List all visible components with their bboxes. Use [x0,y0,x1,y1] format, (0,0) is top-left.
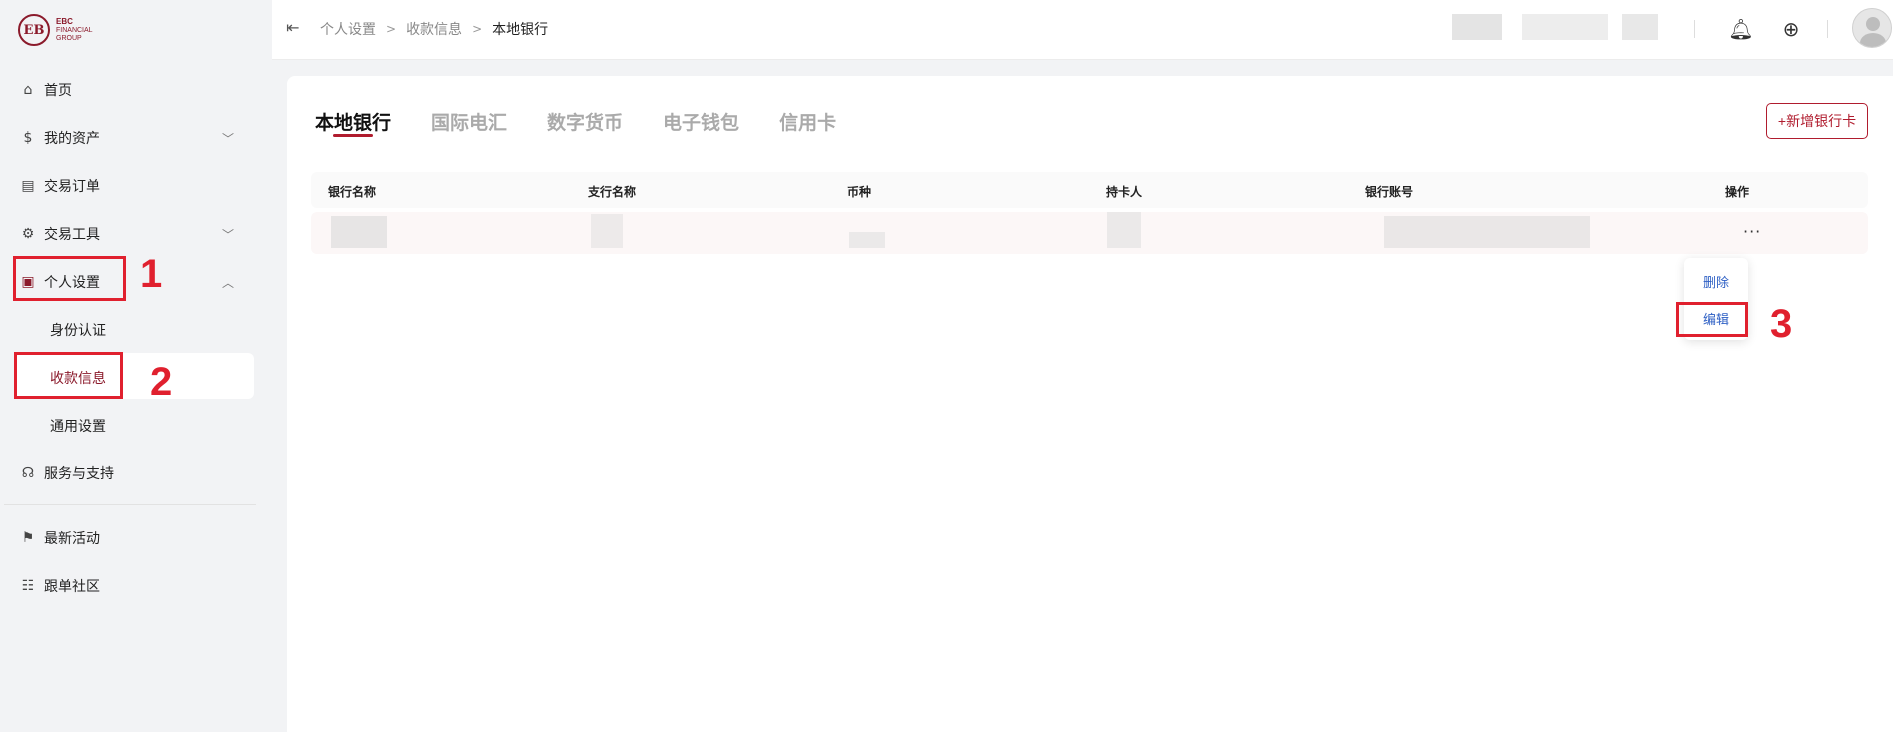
sidebar-item-home[interactable]: ⌂ 首页 [18,70,254,110]
column-header: 操作 [1725,185,1750,199]
chevron-down-icon: ﹀ [221,228,234,242]
breadcrumb-current: 本地银行 [492,22,549,38]
redacted-branch-name [591,214,623,248]
redacted-cardholder [1107,212,1141,248]
redacted-account-number [1384,216,1590,248]
column-header: 持卡人 [1106,185,1143,199]
avatar[interactable] [1852,8,1892,48]
sidebar-item-label: 服务与支持 [44,466,114,482]
sidebar-item-label: 首页 [44,83,72,99]
payment-tabs: 本地银行 国际电汇 数字货币 电子钱包 信用卡 [315,108,836,135]
breadcrumb: 个人设置 > 收款信息 > 本地银行 [320,19,548,39]
step-number: 3 [1770,302,1793,346]
headset-icon: ☊ [21,465,35,481]
sidebar-item-assets[interactable]: $ 我的资产 ﹀ [18,118,254,158]
sidebar-item-label: 最新活动 [44,531,100,547]
column-header: 支行名称 [588,185,637,199]
sidebar-item-label: 跟单社区 [44,579,100,595]
tab-credit-card[interactable]: 信用卡 [779,108,836,135]
sidebar-item-community[interactable]: ☷ 跟单社区 [18,566,254,606]
collapse-menu-icon[interactable]: ⇤ [286,18,299,37]
redacted-currency [849,232,885,248]
chevron-up-icon: ︿ [221,276,234,290]
orders-icon: ▤ [21,178,35,194]
tab-local-bank[interactable]: 本地银行 [315,108,391,135]
sidebar-item-label: 交易工具 [44,227,100,243]
logo[interactable]: EB EBC FINANCIAL GROUP [18,14,93,46]
annotation-box-1 [13,256,126,301]
home-icon: ⌂ [23,82,33,98]
tools-icon: ⚙ [21,226,35,242]
flag-icon: ⚑ [21,530,35,546]
tab-wire-transfer[interactable]: 国际电汇 [431,108,507,135]
redacted-account-info [1622,14,1658,40]
annotation-box-2 [14,352,123,399]
sidebar-subitem-general-settings[interactable]: 通用设置 [50,416,106,436]
header-divider [1827,20,1828,38]
breadcrumb-item[interactable]: 个人设置 [320,19,376,39]
sidebar-item-activities[interactable]: ⚑ 最新活动 [18,518,254,558]
sidebar-subitem-identity[interactable]: 身份认证 [50,320,106,340]
breadcrumb-item[interactable]: 收款信息 [406,19,462,39]
community-icon: ☷ [21,578,35,594]
sidebar-item-label: 交易订单 [44,179,100,195]
chevron-right-icon: > [386,22,397,36]
redacted-account-info [1452,14,1502,40]
tab-ewallet[interactable]: 电子钱包 [663,108,739,135]
column-header: 币种 [847,185,872,199]
header-divider [1694,20,1695,38]
sidebar-divider [4,504,256,505]
chevron-right-icon: > [472,22,483,36]
sidebar-item-tools[interactable]: ⚙ 交易工具 ﹀ [18,214,254,254]
column-header: 银行账号 [1365,185,1414,199]
redacted-account-info [1522,14,1608,40]
column-header: 银行名称 [328,185,377,199]
logo-text: EBC FINANCIAL GROUP [56,16,93,42]
step-number: 2 [150,360,173,404]
table-row: ··· [311,212,1868,254]
sidebar-item-support[interactable]: ☊ 服务与支持 [18,453,254,493]
wallet-icon: $ [23,130,33,146]
tab-crypto[interactable]: 数字货币 [547,108,623,135]
add-bank-card-button[interactable]: +新增银行卡 [1766,103,1868,139]
sidebar-item-orders[interactable]: ▤ 交易订单 [18,166,254,206]
globe-icon[interactable]: ⊕ [1778,16,1804,42]
table-header: 银行名称 支行名称 币种 持卡人 银行账号 操作 [311,172,1868,208]
redacted-bank-name [331,216,387,248]
active-tab-indicator [333,134,373,137]
sidebar-item-label: 我的资产 [44,131,100,147]
more-actions-icon[interactable]: ··· [1743,222,1761,241]
main-card: 本地银行 国际电汇 数字货币 电子钱包 信用卡 +新增银行卡 银行名称 支行名称… [287,76,1893,732]
step-number: 1 [140,252,163,296]
bell-icon[interactable]: 🔔︎ [1728,16,1754,42]
annotation-box-3 [1676,302,1748,337]
chevron-down-icon: ﹀ [221,132,234,146]
top-header: ⇤ 个人设置 > 收款信息 > 本地银行 🔔︎ ⊕ [272,0,1893,60]
logo-mark: EB [18,14,50,46]
delete-button[interactable]: 删除 [1684,272,1748,291]
